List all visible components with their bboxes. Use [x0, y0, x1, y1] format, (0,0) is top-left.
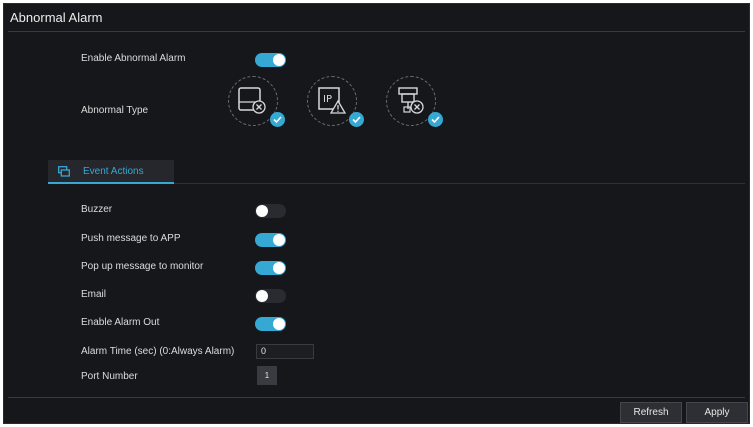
popup-monitor-toggle[interactable]	[255, 261, 286, 275]
apply-button[interactable]: Apply	[686, 402, 748, 423]
svg-text:IP: IP	[323, 94, 332, 105]
event-actions-icon	[58, 166, 70, 177]
abnormal-type-label: Abnormal Type	[81, 105, 149, 116]
port-number-button[interactable]: 1	[257, 366, 277, 385]
abnormal-alarm-panel: Abnormal Alarm Enable Abnormal Alarm Abn…	[3, 3, 750, 424]
alarm-out-toggle[interactable]	[255, 317, 286, 331]
checked-badge-icon	[428, 112, 443, 127]
title-divider	[8, 31, 745, 32]
checked-badge-icon	[349, 112, 364, 127]
toggle-knob	[256, 205, 268, 217]
toggle-knob	[273, 54, 285, 66]
enable-abnormal-alarm-label: Enable Abnormal Alarm	[81, 53, 186, 64]
push-app-toggle[interactable]	[255, 233, 286, 247]
page-title: Abnormal Alarm	[10, 10, 103, 25]
push-app-label: Push message to APP	[81, 233, 181, 244]
abnormal-type-hdd-error[interactable]	[228, 76, 285, 127]
tab-event-actions-label: Event Actions	[83, 166, 144, 177]
ip-conflict-icon: IP	[318, 87, 347, 114]
tab-divider	[174, 183, 745, 184]
popup-monitor-label: Pop up message to monitor	[81, 261, 204, 272]
toggle-knob	[273, 234, 285, 246]
alarm-out-label: Enable Alarm Out	[81, 317, 160, 328]
port-number-label: Port Number	[81, 371, 138, 382]
tab-event-actions[interactable]: Event Actions	[48, 160, 174, 184]
network-disconnect-icon	[398, 87, 424, 114]
alarm-time-label: Alarm Time (sec) (0:Always Alarm)	[81, 346, 235, 357]
toggle-knob	[256, 290, 268, 302]
refresh-button[interactable]: Refresh	[620, 402, 682, 423]
checked-badge-icon	[270, 112, 285, 127]
enable-abnormal-alarm-toggle[interactable]	[255, 53, 286, 67]
toggle-knob	[273, 318, 285, 330]
email-label: Email	[81, 289, 107, 300]
hdd-error-icon	[238, 87, 266, 114]
email-toggle[interactable]	[255, 289, 286, 303]
footer-divider	[8, 397, 745, 398]
abnormal-type-network-disconnect[interactable]	[386, 76, 443, 127]
abnormal-type-ip-conflict[interactable]: IP	[307, 76, 364, 127]
buzzer-label: Buzzer	[81, 204, 113, 215]
toggle-knob	[273, 262, 285, 274]
alarm-time-input[interactable]: 0	[256, 344, 314, 359]
buzzer-toggle[interactable]	[255, 204, 286, 218]
